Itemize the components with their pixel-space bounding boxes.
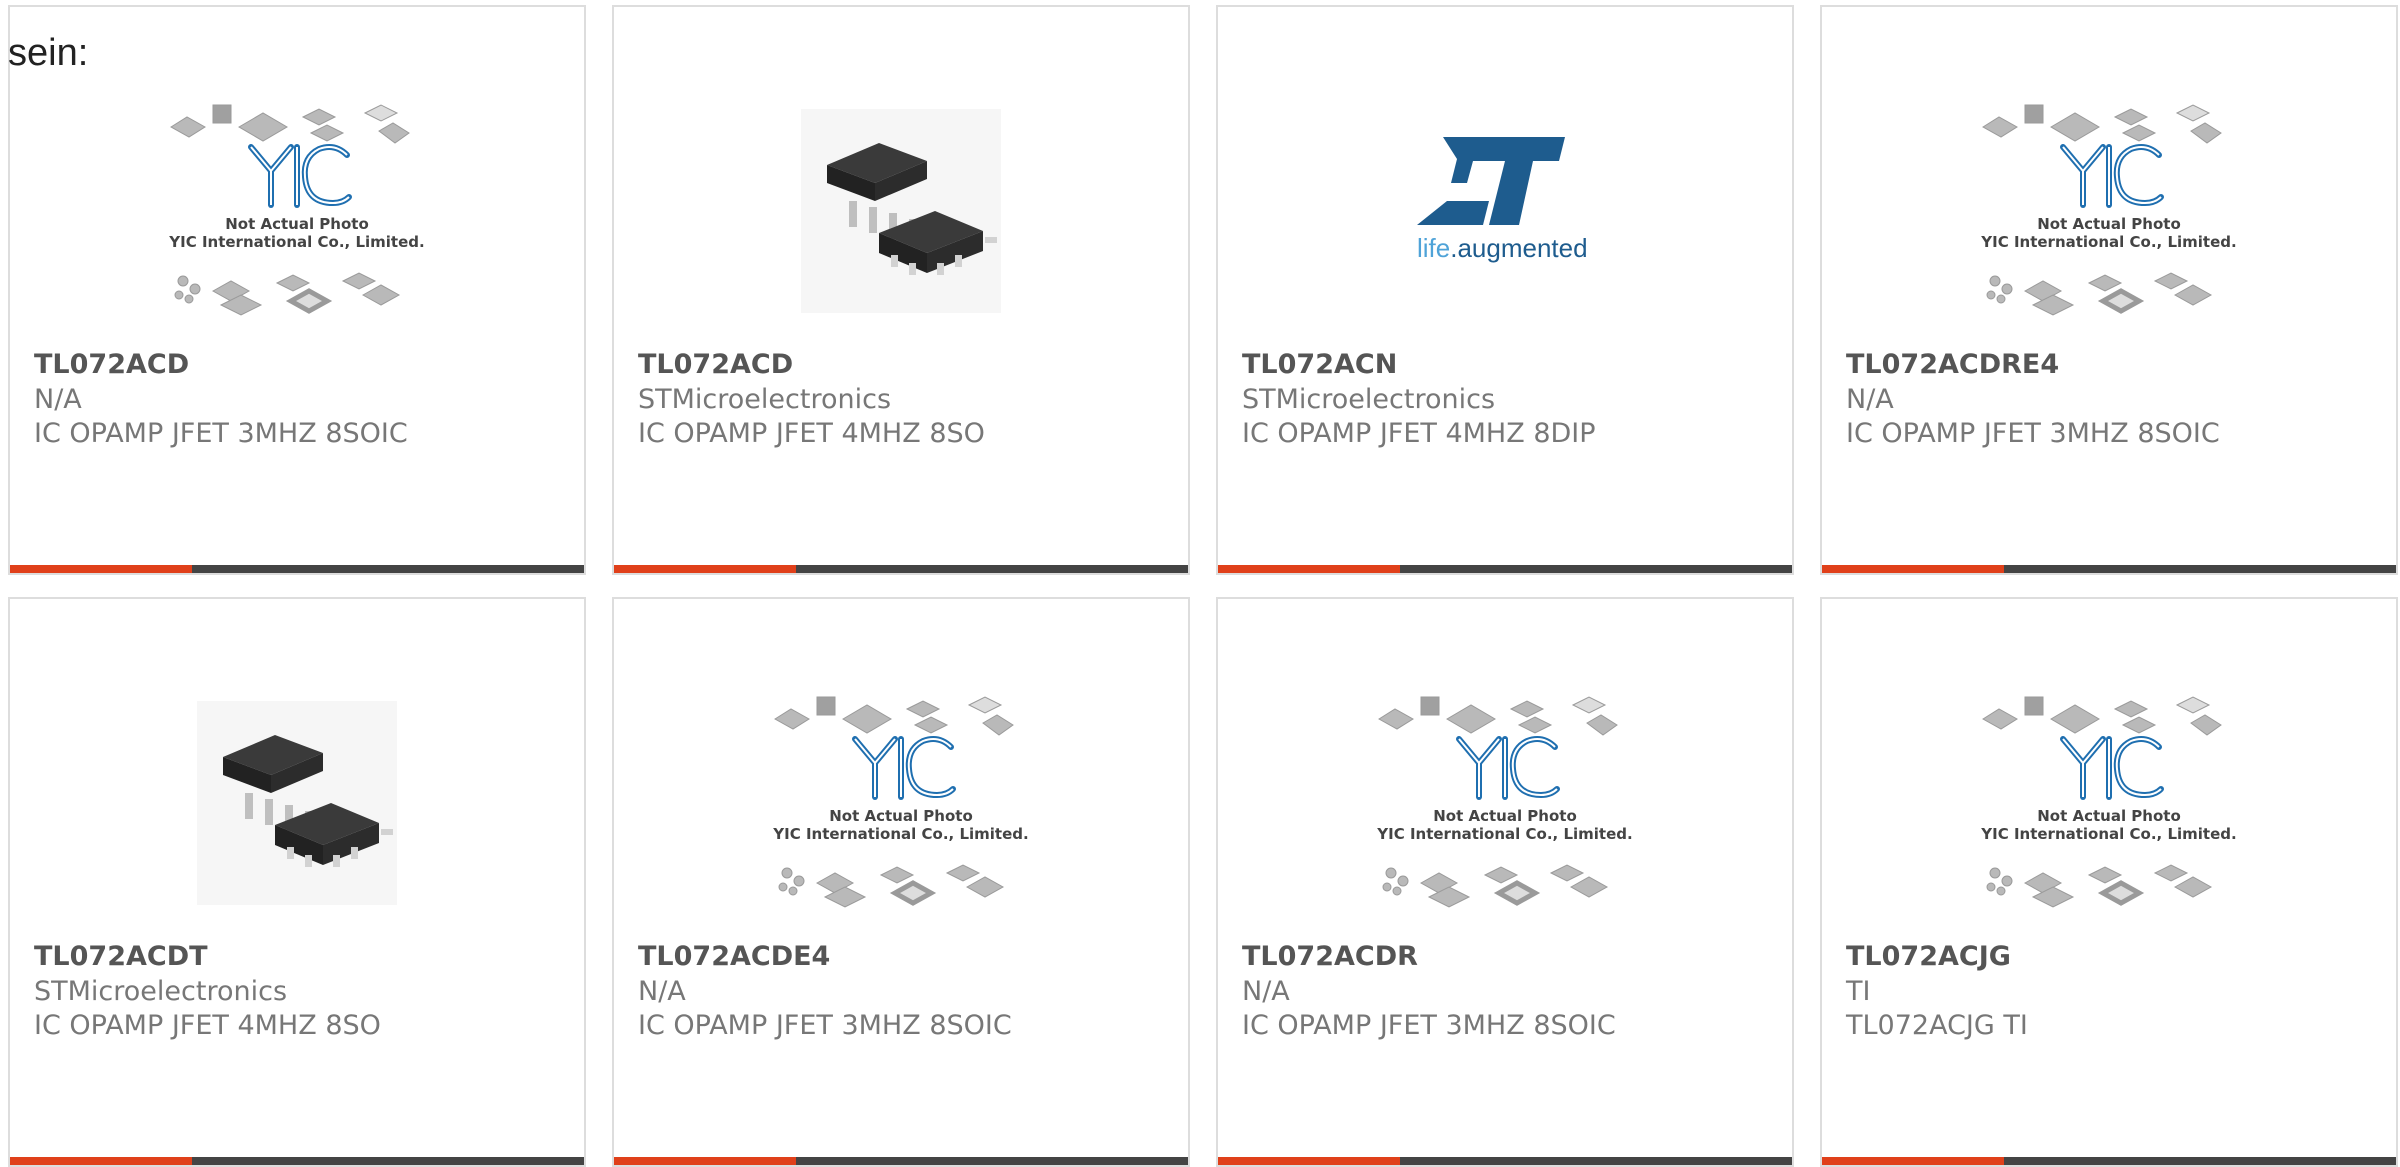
product-image: Not Actual Photo YIC International Co., … — [1355, 677, 1655, 929]
product-image: Not Actual Photo YIC International Co., … — [1959, 677, 2259, 929]
part-number[interactable]: TL072ACDRE4 — [1846, 349, 2059, 380]
placeholder-caption-1: Not Actual Photo — [1433, 807, 1577, 825]
product-image: Not Actual Photo YIC International Co., … — [1959, 85, 2259, 337]
product-image: Not Actual Photo YIC International Co., … — [751, 677, 1051, 929]
placeholder-caption-2: YIC International Co., Limited. — [1980, 825, 2236, 843]
product-card[interactable]: TL072ACD STMicroelectronics IC OPAMP JFE… — [612, 5, 1190, 575]
yic-placeholder-image: Not Actual Photo YIC International Co., … — [1376, 696, 1633, 908]
manufacturer: N/A — [1242, 976, 1290, 1007]
placeholder-caption-1: Not Actual Photo — [225, 215, 369, 233]
description: TL072ACJG TI — [1846, 1010, 2028, 1041]
product-card[interactable]: Not Actual Photo YIC International Co., … — [8, 5, 586, 575]
part-number[interactable]: TL072ACDR — [1242, 941, 1418, 972]
product-image — [751, 85, 1051, 337]
card-accent-bar — [614, 565, 1188, 573]
intro-text: sein: — [8, 32, 89, 74]
placeholder-caption-2: YIC International Co., Limited. — [168, 233, 424, 251]
soic-chip-photo — [801, 109, 1001, 313]
manufacturer: N/A — [34, 384, 82, 415]
manufacturer: TI — [1846, 976, 1871, 1007]
yic-placeholder-image: Not Actual Photo YIC International Co., … — [1980, 104, 2237, 316]
manufacturer: STMicroelectronics — [1242, 384, 1496, 415]
product-card[interactable]: TL072ACDT STMicroelectronics IC OPAMP JF… — [8, 597, 586, 1167]
part-number[interactable]: TL072ACJG — [1846, 941, 2011, 972]
placeholder-caption-2: YIC International Co., Limited. — [772, 825, 1028, 843]
card-accent-bar — [1218, 565, 1792, 573]
card-accent-bar — [614, 1157, 1188, 1165]
product-grid: Not Actual Photo YIC International Co., … — [8, 5, 2398, 1167]
placeholder-caption-1: Not Actual Photo — [829, 807, 973, 825]
card-accent-bar — [1822, 565, 2396, 573]
manufacturer: STMicroelectronics — [638, 384, 892, 415]
soic-chip-photo — [197, 701, 397, 905]
description: IC OPAMP JFET 3MHZ 8SOIC — [34, 418, 408, 449]
description: IC OPAMP JFET 3MHZ 8SOIC — [638, 1010, 1012, 1041]
part-number[interactable]: TL072ACD — [638, 349, 793, 380]
product-card[interactable]: Not Actual Photo YIC International Co., … — [612, 597, 1190, 1167]
product-image: life.augmented — [1355, 85, 1655, 337]
description: IC OPAMP JFET 4MHZ 8SO — [34, 1010, 381, 1041]
card-accent-bar — [1218, 1157, 1792, 1165]
yic-placeholder-image: Not Actual Photo YIC International Co., … — [1980, 696, 2237, 908]
product-image — [147, 677, 447, 929]
yic-placeholder-image: Not Actual Photo YIC International Co., … — [772, 696, 1029, 908]
st-logo-image: life.augmented — [1417, 137, 1588, 263]
manufacturer: N/A — [1846, 384, 1894, 415]
card-accent-bar — [10, 565, 584, 573]
svg-text:life.augmented: life.augmented — [1417, 233, 1588, 263]
product-card[interactable]: Not Actual Photo YIC International Co., … — [1820, 597, 2398, 1167]
part-number[interactable]: TL072ACDT — [34, 941, 208, 972]
description: IC OPAMP JFET 4MHZ 8SO — [638, 418, 985, 449]
description: IC OPAMP JFET 3MHZ 8SOIC — [1242, 1010, 1616, 1041]
product-card[interactable]: Not Actual Photo YIC International Co., … — [1820, 5, 2398, 575]
placeholder-caption-2: YIC International Co., Limited. — [1376, 825, 1632, 843]
placeholder-caption-1: Not Actual Photo — [2037, 215, 2181, 233]
product-card[interactable]: Not Actual Photo YIC International Co., … — [1216, 597, 1794, 1167]
part-number[interactable]: TL072ACN — [1242, 349, 1397, 380]
manufacturer: N/A — [638, 976, 686, 1007]
yic-placeholder-image: Not Actual Photo YIC International Co., … — [168, 104, 425, 316]
product-image: Not Actual Photo YIC International Co., … — [147, 85, 447, 337]
placeholder-caption-2: YIC International Co., Limited. — [1980, 233, 2236, 251]
description: IC OPAMP JFET 4MHZ 8DIP — [1242, 418, 1596, 449]
part-number[interactable]: TL072ACDE4 — [638, 941, 830, 972]
placeholder-caption-1: Not Actual Photo — [2037, 807, 2181, 825]
product-card[interactable]: life.augmented TL072ACN STMicroelectroni… — [1216, 5, 1794, 575]
card-accent-bar — [10, 1157, 584, 1165]
manufacturer: STMicroelectronics — [34, 976, 288, 1007]
card-accent-bar — [1822, 1157, 2396, 1165]
description: IC OPAMP JFET 3MHZ 8SOIC — [1846, 418, 2220, 449]
part-number[interactable]: TL072ACD — [34, 349, 189, 380]
